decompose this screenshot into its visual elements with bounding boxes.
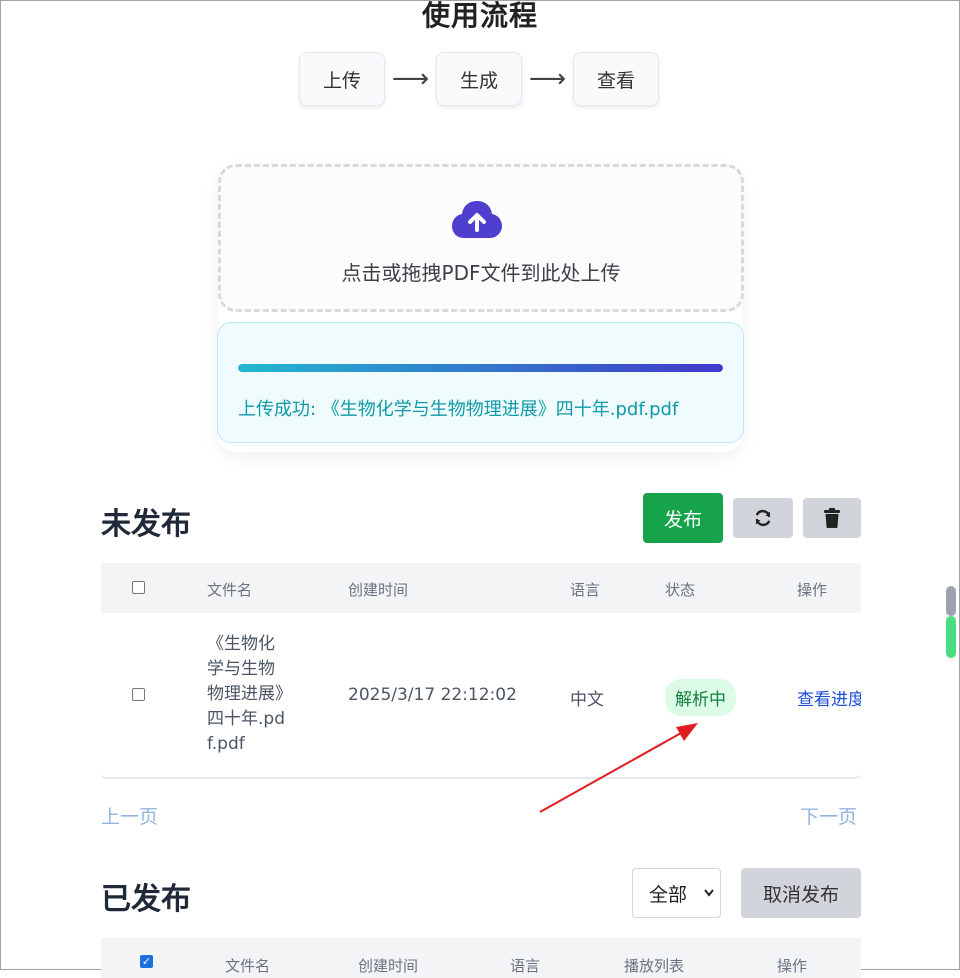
upload-dropzone[interactable]: 点击或拖拽PDF文件到此处上传 xyxy=(218,164,744,312)
upload-status: 上传成功: 《生物化学与生物物理进展》四十年.pdf.pdf xyxy=(217,322,744,443)
prev-page-button[interactable]: 上一页 xyxy=(101,802,158,829)
row-filename: 《生物化学与生物物理进展》四十年.pdf.pdf xyxy=(207,634,285,754)
refresh-icon xyxy=(755,510,771,526)
cloud-upload-icon xyxy=(452,201,502,238)
trash-icon xyxy=(824,508,840,528)
published-table-header: ✓ 文件名 创建时间 语言 播放列表 操作 xyxy=(101,938,861,978)
scrollbar-indicator xyxy=(946,616,956,658)
refresh-button[interactable] xyxy=(733,498,793,538)
publish-button[interactable]: 发布 xyxy=(643,493,723,543)
column-header-actions: 操作 xyxy=(777,957,808,975)
row-created-time: 2025/3/17 22:12:02 xyxy=(348,685,517,705)
step-generate: 生成 xyxy=(436,52,522,106)
select-all-checkbox[interactable]: ✓ xyxy=(140,955,153,968)
column-header-filename: 文件名 xyxy=(207,581,253,599)
section-title-unpublished: 未发布 xyxy=(101,507,191,542)
step-upload: 上传 xyxy=(299,52,385,106)
column-header-created: 创建时间 xyxy=(358,957,419,975)
column-header-language: 语言 xyxy=(570,581,601,599)
column-header-language: 语言 xyxy=(510,957,541,975)
unpublish-button[interactable]: 取消发布 xyxy=(741,868,861,918)
status-badge: 解析中 xyxy=(665,679,736,716)
delete-button[interactable] xyxy=(803,498,861,538)
scrollbar-thumb[interactable] xyxy=(946,586,956,616)
filter-value: 全部 xyxy=(649,883,688,906)
unpublished-table-header: 文件名 创建时间 语言 状态 操作 xyxy=(101,563,861,613)
step-view: 查看 xyxy=(573,52,659,106)
chevron-down-icon xyxy=(704,889,714,897)
step-arrow-icon: ⟶ xyxy=(391,64,430,94)
row-language: 中文 xyxy=(570,690,604,710)
upload-status-text: 上传成功: 《生物化学与生物物理进展》四十年.pdf.pdf xyxy=(238,399,679,420)
annotation-arrow xyxy=(539,723,698,813)
row-action-cell: 查看进度 xyxy=(797,685,861,710)
page-title: 使用流程 xyxy=(421,0,538,32)
column-header-actions: 操作 xyxy=(797,581,828,599)
column-header-created: 创建时间 xyxy=(348,581,409,599)
upload-progress-bar xyxy=(238,364,723,372)
upload-progress-fill xyxy=(238,364,723,372)
status-filter-select[interactable]: 全部 xyxy=(632,868,721,918)
step-arrow-icon: ⟶ xyxy=(528,64,567,94)
table-row: 《生物化学与生物物理进展》四十年.pdf.pdf 2025/3/17 22:12… xyxy=(101,613,861,779)
view-progress-link[interactable]: 查看进度 xyxy=(797,690,861,710)
column-header-filename: 文件名 xyxy=(225,957,271,975)
select-all-checkbox[interactable] xyxy=(132,581,145,594)
process-steps: 上传 ⟶ 生成 ⟶ 查看 xyxy=(299,52,659,106)
row-checkbox[interactable] xyxy=(132,688,145,701)
column-header-playlist: 播放列表 xyxy=(624,957,685,975)
section-title-published: 已发布 xyxy=(101,882,191,917)
column-header-status: 状态 xyxy=(665,581,696,599)
dropzone-label: 点击或拖拽PDF文件到此处上传 xyxy=(341,261,621,285)
next-page-button[interactable]: 下一页 xyxy=(800,802,857,829)
